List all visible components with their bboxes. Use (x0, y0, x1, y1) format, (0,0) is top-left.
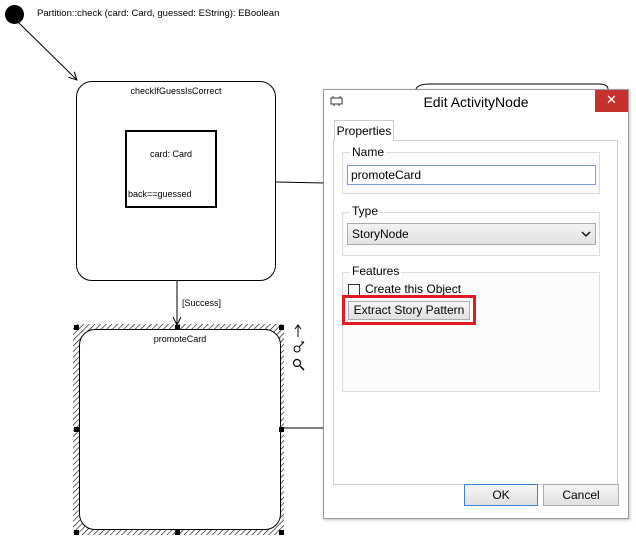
name-group-label: Name (350, 145, 387, 159)
selection-handle[interactable] (279, 427, 284, 432)
transition-label: [Success] (182, 298, 222, 308)
search-icon[interactable] (292, 358, 306, 372)
story-pattern-object[interactable]: card: Card back==guessed (125, 130, 217, 208)
create-object-checkbox-label: Create this Object (365, 282, 462, 296)
node1-right-edge (275, 181, 326, 184)
node-title: checkIfGuessIsCorrect (130, 86, 222, 96)
edit-activity-node-dialog: Edit ActivityNode ✕ Properties Name prom… (323, 89, 629, 519)
node-title: promoteCard (153, 334, 207, 344)
activity-node-promote-card[interactable]: promoteCard (79, 329, 281, 530)
selection-handle[interactable] (279, 325, 284, 330)
type-select[interactable]: StoryNode (347, 223, 596, 245)
close-button[interactable]: ✕ (595, 90, 628, 112)
dialog-titlebar[interactable]: Edit ActivityNode ✕ (324, 90, 628, 116)
selection-handle[interactable] (74, 325, 79, 330)
object-label: card: Card (149, 149, 193, 159)
activity-node-check-if-guess-is-correct[interactable]: checkIfGuessIsCorrect card: Card back==g… (76, 81, 276, 281)
tab-properties[interactable]: Properties (334, 120, 394, 141)
name-field[interactable]: promoteCard (347, 165, 596, 185)
features-group-label: Features (350, 264, 402, 278)
selection-handle[interactable] (74, 530, 79, 535)
dialog-title: Edit ActivityNode (423, 94, 529, 110)
selection-handle[interactable] (279, 530, 284, 535)
selection-handle[interactable] (74, 427, 79, 432)
properties-panel: Name promoteCard Type StoryNode Features… (333, 140, 618, 485)
start-node[interactable] (5, 5, 24, 24)
start-node-label: Partition::check (card: Card, guessed: E… (37, 8, 280, 19)
ok-button[interactable]: OK (464, 484, 538, 506)
selection-handle[interactable] (175, 530, 180, 535)
type-group-label: Type (350, 204, 381, 218)
extract-story-pattern-button[interactable]: Extract Story Pattern (348, 301, 470, 320)
type-select-value: StoryNode (352, 227, 409, 241)
cancel-button[interactable]: Cancel (543, 484, 619, 506)
chevron-down-icon (581, 231, 591, 237)
object-constraint: back==guessed (128, 189, 192, 199)
start-to-node1-edge (17, 21, 77, 80)
edit-node-icon[interactable] (292, 340, 306, 354)
create-transition-icon[interactable] (293, 324, 303, 338)
selection-handle[interactable] (175, 325, 180, 330)
